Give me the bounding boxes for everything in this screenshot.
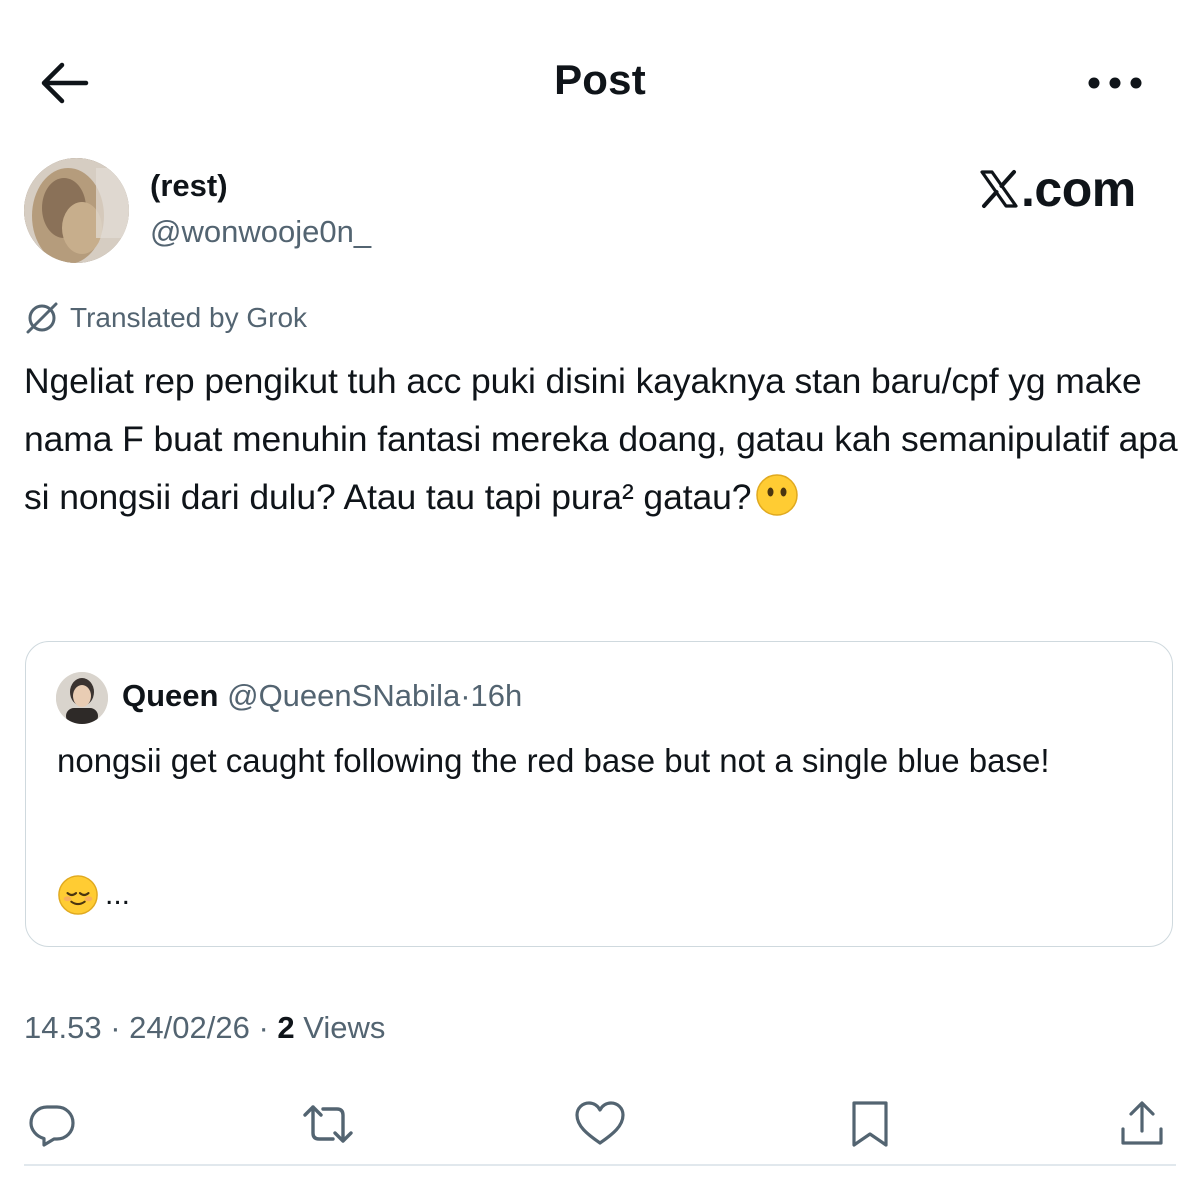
bookmark-button[interactable] <box>840 1094 900 1154</box>
more-options-button[interactable] <box>1080 60 1150 106</box>
quote-timestamp[interactable]: 16h <box>471 678 523 713</box>
views-label: Views <box>303 1010 386 1045</box>
like-button[interactable] <box>570 1094 630 1154</box>
heart-icon <box>575 1101 625 1145</box>
share-icon <box>1121 1101 1163 1145</box>
quote-avatar-photo <box>56 672 108 724</box>
quote-display-name[interactable]: Queen <box>122 678 218 713</box>
translation-label[interactable]: Translated by Grok <box>24 300 307 336</box>
more-horizontal-icon <box>1088 77 1142 89</box>
user-handle[interactable]: @wonwooje0n_ <box>150 214 371 250</box>
post-time[interactable]: 14.53 <box>24 1010 102 1045</box>
display-name[interactable]: (rest) <box>150 168 228 204</box>
face-without-mouth-icon <box>756 474 799 516</box>
page-title: Post <box>554 56 646 103</box>
post-meta: 14.53 · 24/02/26 · 2 Views <box>24 1010 385 1046</box>
post-text: Ngeliat rep pengikut tuh acc puki disini… <box>24 352 1184 526</box>
quote-tail: ... <box>57 874 130 916</box>
action-bar <box>0 1094 1200 1154</box>
meta-separator: · <box>258 1010 269 1045</box>
bookmark-icon <box>852 1101 888 1147</box>
share-button[interactable] <box>1112 1094 1172 1154</box>
watermark-text: .com <box>1021 161 1136 217</box>
quote-ellipsis: ... <box>105 878 131 911</box>
quote-handle[interactable]: @QueenSNabila <box>227 678 460 713</box>
post-date[interactable]: 24/02/26 <box>129 1010 250 1045</box>
grok-icon <box>26 302 58 334</box>
views-count: 2 <box>277 1010 295 1045</box>
x-logo-icon <box>980 170 1018 208</box>
avatar[interactable] <box>24 158 129 263</box>
avatar-photo <box>24 158 129 263</box>
divider <box>24 1164 1176 1166</box>
quote-avatar[interactable] <box>56 672 108 724</box>
x-com-watermark: .com <box>979 160 1136 218</box>
reply-icon <box>29 1105 75 1147</box>
post-body: Ngeliat rep pengikut tuh acc puki disini… <box>24 361 1178 517</box>
quote-header: Queen @QueenSNabila·16h <box>122 678 522 714</box>
quote-separator: · <box>460 678 471 713</box>
reply-button[interactable] <box>22 1094 82 1154</box>
relieved-face-icon <box>58 875 98 915</box>
post-author: (rest) @wonwooje0n_ .com <box>24 158 1174 268</box>
repost-icon <box>303 1105 353 1143</box>
repost-button[interactable] <box>298 1094 358 1154</box>
translation-text: Translated by Grok <box>70 302 308 333</box>
quoted-post[interactable]: Queen @QueenSNabila·16h nongsii get caug… <box>25 641 1173 947</box>
top-bar: Post <box>0 0 1200 168</box>
meta-separator: · <box>110 1010 121 1045</box>
quote-text: nongsii get caught following the red bas… <box>57 742 1050 779</box>
